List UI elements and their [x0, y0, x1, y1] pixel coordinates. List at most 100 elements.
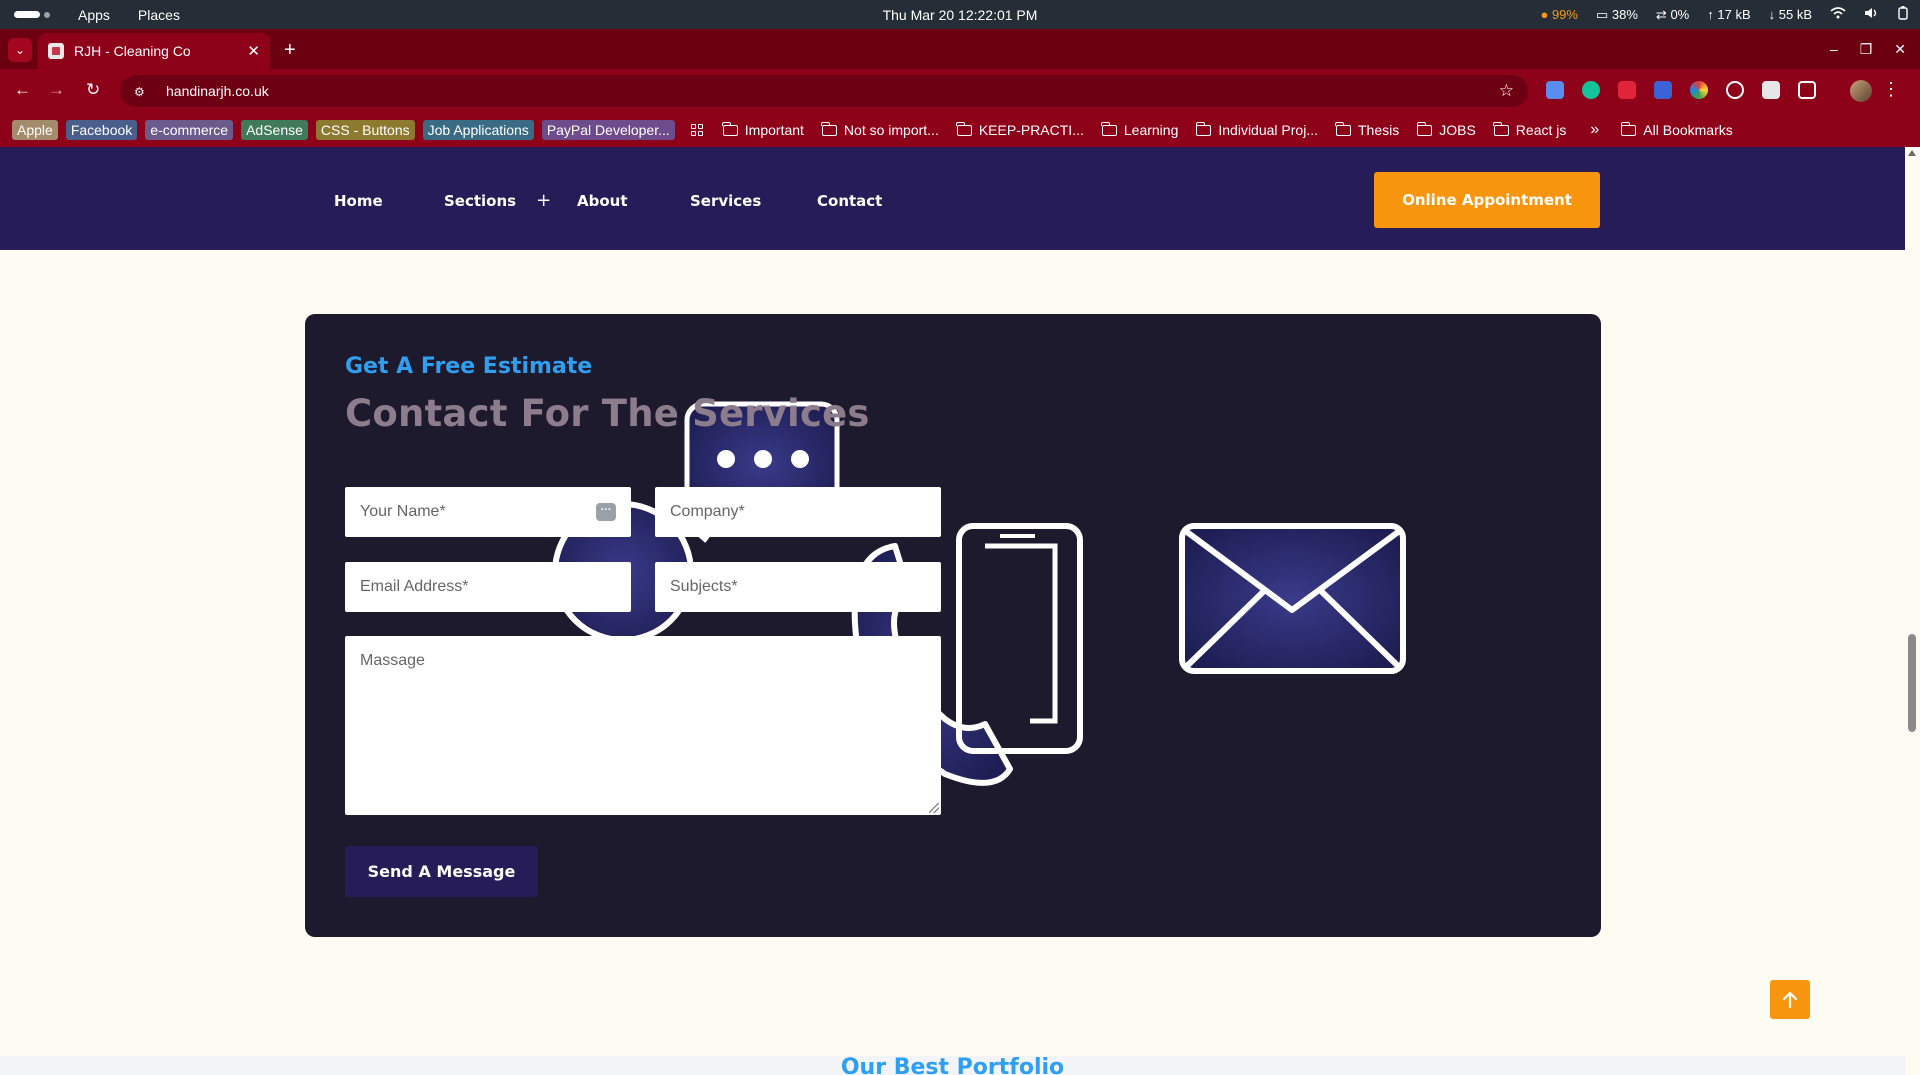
main-nav: Home Sections + About Services Contact [334, 190, 882, 211]
close-window-icon[interactable]: ✕ [1894, 41, 1906, 58]
browser-tab-strip: ⌄ RJH - Cleaning Co ✕ + – ❐ ✕ [0, 29, 1920, 69]
bookmark-folder-jobs[interactable]: JOBS [1416, 121, 1476, 138]
nav-home[interactable]: Home [334, 190, 444, 211]
contact-section: Get A Free Estimate Contact For The Serv… [305, 314, 1601, 937]
extension-cloud-icon[interactable] [1546, 81, 1564, 99]
page-scrollbar[interactable] [1905, 147, 1920, 1075]
site-info-icon[interactable]: ⚙ [134, 85, 150, 99]
folder-icon [722, 121, 738, 136]
extension-doc-icon[interactable] [1762, 81, 1780, 99]
nav-services[interactable]: Services [690, 190, 817, 211]
back-arrow-icon[interactable]: ← [14, 81, 31, 98]
reload-icon[interactable]: ↻ [86, 81, 100, 98]
extensions-puzzle-icon[interactable] [1798, 81, 1816, 99]
back-to-top-button[interactable] [1770, 980, 1810, 1019]
online-appointment-button[interactable]: Online Appointment [1374, 172, 1600, 228]
resize-handle-icon[interactable] [929, 803, 939, 813]
bookmark-ecommerce[interactable]: e-commerce [145, 120, 234, 140]
bookmark-folder-not-so-important[interactable]: Not so import... [821, 121, 939, 138]
arrow-up-icon [1782, 991, 1798, 1008]
new-tab-button[interactable]: + [284, 40, 296, 60]
bookmark-job-applications[interactable]: Job Applications [422, 120, 534, 140]
all-bookmarks-folder[interactable]: All Bookmarks [1620, 121, 1733, 138]
forward-arrow-icon[interactable]: → [48, 81, 65, 98]
nav-sections-label[interactable]: Sections [444, 192, 516, 210]
bookmark-folder-react-js[interactable]: React js [1493, 121, 1566, 138]
nav-sections[interactable]: Sections + [444, 190, 577, 211]
name-field[interactable]: Your Name* ··· [345, 487, 631, 537]
nav-about[interactable]: About [577, 190, 690, 211]
bookmark-star-icon[interactable]: ☆ [1499, 81, 1514, 101]
bookmark-folder-individual-projects[interactable]: Individual Proj... [1195, 121, 1318, 138]
name-placeholder: Your Name* [360, 503, 446, 520]
bookmark-folder-thesis[interactable]: Thesis [1335, 121, 1399, 138]
folder-icon [1101, 121, 1117, 136]
plus-icon[interactable]: + [536, 190, 551, 211]
extensions-row [1546, 81, 1816, 99]
browser-toolbar: ← → ↻ ⚙ handinarjh.co.uk ☆ ⋮ [0, 69, 1920, 113]
volume-icon[interactable] [1864, 7, 1880, 22]
bookmark-folder-important[interactable]: Important [722, 121, 804, 138]
bookmark-facebook[interactable]: Facebook [65, 120, 138, 140]
wifi-icon[interactable] [1830, 7, 1846, 22]
url-text[interactable]: handinarjh.co.uk [166, 83, 1499, 99]
subject-placeholder: Subjects* [670, 578, 738, 595]
battery-icon[interactable] [1898, 6, 1908, 23]
bookmark-folder-learning[interactable]: Learning [1101, 121, 1178, 138]
tab-search-button[interactable]: ⌄ [8, 38, 32, 62]
password-manager-icon[interactable]: ··· [596, 503, 616, 521]
upload-indicator: ↑ 17 kB [1707, 7, 1751, 22]
bookmark-paypal-developer[interactable]: PayPal Developer... [541, 120, 675, 140]
extension-color-icon[interactable] [1690, 81, 1708, 99]
address-bar[interactable]: ⚙ handinarjh.co.uk ☆ [120, 75, 1528, 107]
places-menu[interactable]: Places [138, 7, 180, 23]
section-eyebrow: Get A Free Estimate [345, 354, 593, 379]
email-field[interactable]: Email Address* [345, 562, 631, 612]
portfolio-section-title: Our Best Portfolio [840, 1055, 1065, 1075]
folder-icon [956, 121, 972, 136]
extension-react-icon[interactable] [1726, 81, 1744, 99]
restore-icon[interactable]: ❐ [1860, 41, 1873, 58]
subject-field[interactable]: Subjects* [655, 562, 941, 612]
activities-button[interactable] [14, 11, 50, 18]
folder-icon [1335, 121, 1351, 136]
bookmark-css-buttons[interactable]: CSS - Buttons [315, 120, 415, 140]
download-arrow-icon: ↓ [1768, 7, 1776, 22]
folder-icon [1620, 121, 1637, 136]
message-textarea[interactable]: Massage [345, 636, 941, 815]
folder-icon [1493, 121, 1509, 136]
nav-contact[interactable]: Contact [817, 190, 882, 211]
company-placeholder: Company* [670, 503, 745, 520]
memory-icon: ▭ [1595, 6, 1609, 22]
bookmark-apple[interactable]: Apple [12, 120, 58, 140]
scroll-up-arrow-icon[interactable] [1908, 150, 1916, 156]
company-field[interactable]: Company* [655, 487, 941, 537]
bookmarks-bar: Apple Facebook e-commerce AdSense CSS - … [0, 113, 1920, 147]
extension-red-icon[interactable] [1618, 81, 1636, 99]
cpu-indicator: ● 99% [1540, 7, 1578, 22]
close-tab-icon[interactable]: ✕ [247, 42, 260, 60]
memory-indicator: ▭ 38% [1595, 6, 1638, 22]
apps-menu[interactable]: Apps [78, 7, 110, 23]
swap-indicator: ⇄ 0% [1655, 6, 1690, 22]
scrollbar-thumb[interactable] [1908, 634, 1916, 732]
chevron-down-icon: ⌄ [14, 43, 26, 57]
section-heading: Contact For The Services [345, 392, 870, 435]
smartphone-icon [956, 523, 1083, 754]
swap-icon: ⇄ [1655, 6, 1667, 22]
extension-pen-icon[interactable] [1654, 81, 1672, 99]
tab-title: RJH - Cleaning Co [74, 43, 191, 59]
minimize-icon[interactable]: – [1830, 41, 1838, 58]
send-message-button[interactable]: Send A Message [345, 846, 538, 897]
apps-grid-icon[interactable] [690, 124, 703, 136]
profile-avatar[interactable] [1850, 80, 1872, 102]
clock[interactable]: Thu Mar 20 12:22:01 PM [883, 7, 1038, 23]
bookmark-adsense[interactable]: AdSense [241, 120, 308, 140]
bookmark-folder-keep-practicing[interactable]: KEEP-PRACTI... [956, 121, 1084, 138]
bookmarks-overflow-icon[interactable]: » [1590, 121, 1599, 139]
folder-icon [1416, 121, 1433, 136]
folder-icon [1195, 121, 1212, 136]
browser-menu-icon[interactable]: ⋮ [1882, 79, 1900, 100]
extension-grammarly-icon[interactable] [1582, 81, 1600, 99]
browser-tab-active[interactable]: RJH - Cleaning Co ✕ [38, 33, 270, 69]
